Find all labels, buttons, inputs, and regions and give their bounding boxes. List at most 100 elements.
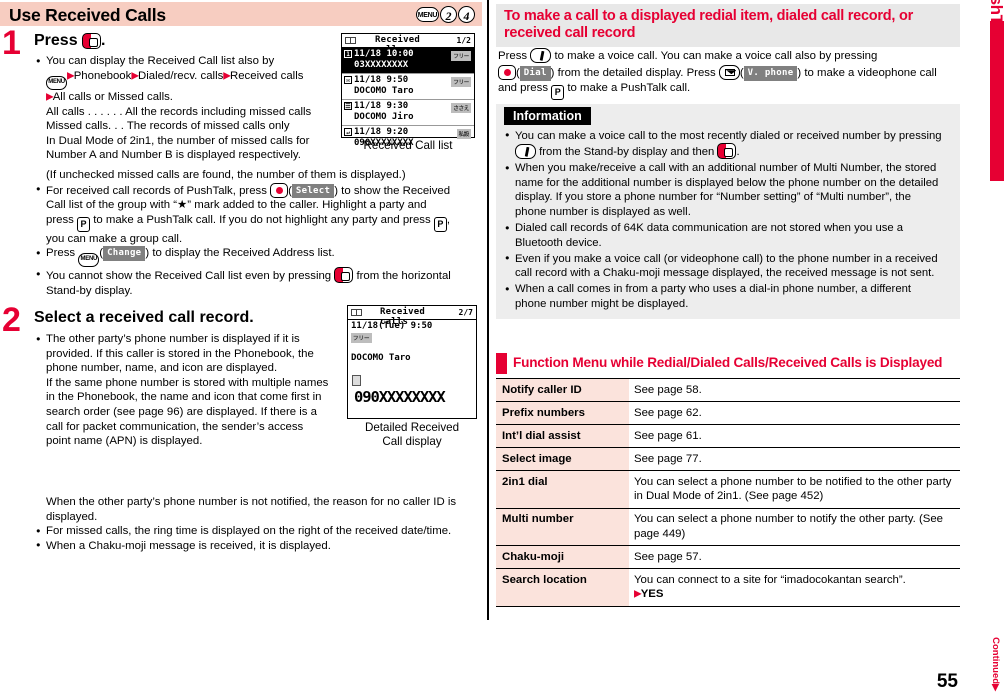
menu-key-icon: MENU	[78, 253, 100, 268]
function-name: Int’l dial assist	[496, 424, 629, 448]
table-row: Notify caller ID See page 58.	[496, 378, 960, 402]
step-2-bullets-b: When the other party’s phone number is n…	[36, 495, 481, 553]
center-key-icon	[334, 267, 354, 284]
row-icon: ✉	[344, 76, 352, 84]
function-desc: You can select a phone number to be noti…	[629, 470, 960, 509]
row-badge: ささえ	[451, 102, 471, 113]
bullet-text: Dialed/recv. calls	[138, 69, 224, 82]
function-desc: You can connect to a site for “imadocoka…	[629, 568, 960, 607]
section-header: Use Received Calls MENU 2 4	[0, 2, 482, 26]
bullet-text: When you make/receive a call with an add…	[515, 162, 937, 175]
function-desc: See page 77.	[629, 447, 960, 471]
function-desc: See page 61.	[629, 424, 960, 448]
plain-text: call for packet communication, the sende…	[46, 420, 304, 433]
function-desc: See page 57.	[629, 545, 960, 569]
function-desc: You can select a phone number to notify …	[629, 508, 960, 546]
bullet-text: Bluetooth device.	[515, 236, 602, 249]
call-key-icon	[530, 48, 552, 63]
bullet-text: display. If you store a phone number for…	[515, 191, 911, 204]
function-desc-text: You can connect to a site for “imadocoka…	[634, 573, 906, 586]
bullet-text: For missed calls, the ring time is displ…	[46, 525, 452, 538]
list-item: When a Chaku-moji message is received, i…	[36, 538, 481, 554]
list-item: When the other party’s phone number is n…	[36, 495, 481, 524]
bullet-text: For received call records of PushTalk, p…	[46, 184, 271, 197]
section-marker-icon	[496, 353, 507, 374]
bullet-text: from the Stand-by display and then	[536, 146, 718, 159]
phone-page-indicator: 1/2	[456, 35, 471, 45]
envelope-icon	[345, 37, 356, 44]
information-box: Information You can make a voice call to…	[496, 104, 960, 319]
pushtalk-key-icon: P	[77, 216, 91, 232]
right-section-heading: To make a call to a displayed redial ite…	[496, 4, 960, 47]
step-2-number: 2	[2, 301, 21, 339]
column-divider	[487, 0, 489, 620]
row-number: 03XXXXXXXX	[354, 60, 409, 70]
detailed-call-screenshot: Received calls 2/7 11/18(Tue) 9:50 フリー D…	[347, 305, 477, 419]
table-row: Prefix numbers See page 62.	[496, 401, 960, 425]
bullet-text: Press	[46, 247, 79, 260]
function-menu-title: Function Menu while Redial/Dialed Calls/…	[513, 355, 943, 370]
row-datetime: 11/18 9:20	[354, 127, 409, 137]
plain-text: Number A and Number B is displayed respe…	[46, 149, 301, 162]
function-name: Chaku-moji	[496, 545, 629, 569]
bullet-text: press	[46, 213, 78, 226]
table-row: 2in1 dial You can select a phone number …	[496, 470, 960, 509]
bullet-text: You can make a voice call to the most re…	[515, 129, 942, 142]
right-intro-paragraph: Press to make a voice call. You can make…	[498, 48, 958, 100]
step-1-bullets-a: You can display the Received Call list a…	[36, 54, 336, 163]
step-1-number: 1	[2, 24, 21, 62]
table-row: Chaku-moji See page 57.	[496, 545, 960, 569]
row-datetime: 11/18 10:00	[354, 49, 414, 59]
function-menu-table: Notify caller ID See page 58. Prefix num…	[496, 378, 960, 607]
bullet-text: you can make a group call.	[46, 232, 183, 245]
plain-text: (If unchecked missed calls are found, th…	[46, 169, 406, 181]
function-name: 2in1 dial	[496, 470, 629, 509]
phone-status-bar: Received calls 2/7	[348, 306, 476, 327]
function-desc-option: YES	[640, 588, 664, 600]
softkey-vphone-label: V. phone	[743, 65, 798, 81]
continued-arrow-icon: ▶	[991, 684, 1001, 691]
list-item: For missed calls, the ring time is displ…	[36, 524, 481, 539]
chapter-spine-label: Voice/Videophone Calls/PushTalk	[986, 0, 1004, 118]
bullet-text: Stand-by display.	[46, 284, 133, 297]
plain-text: In Dual Mode of 2in1, the number of miss…	[46, 134, 310, 147]
list-item: If the same phone number is stored with …	[36, 376, 336, 449]
ok-key-icon	[498, 64, 516, 80]
step-2-bullets-a: The other party’s phone number is displa…	[36, 332, 336, 449]
table-row: Select image See page 77.	[496, 447, 960, 471]
detail-name: DOCOMO Taro	[351, 353, 411, 363]
bullet-text: phone number is displayed as well.	[515, 205, 691, 218]
plain-text: If the same phone number is stored with …	[46, 376, 329, 389]
intro-text: ) to make a videophone call	[797, 66, 937, 79]
bullet-text: You cannot show the Received Call list e…	[46, 270, 335, 283]
list-item: ✉ 11/18 9:50 DOCOMO Taro フリー	[342, 74, 474, 100]
bullet-text: from the horizontal	[353, 270, 451, 283]
plain-text: in the Phonebook, the name and icon that…	[46, 391, 322, 404]
step-1-title-text: Press	[34, 32, 78, 49]
plain-text: displayed.	[46, 510, 98, 523]
bullet-text: The other party’s phone number is displa…	[46, 333, 300, 345]
bullet-text: call record with a Chaku-moji message di…	[515, 267, 935, 280]
row-datetime: 11/18 9:50	[354, 75, 409, 85]
plain-text: search order (see page 96) are displayed…	[46, 405, 317, 418]
detail-number: 090XXXXXXXX	[354, 388, 446, 406]
softkey-dial-label: Dial	[519, 65, 551, 81]
bullet-text: Phonebook	[73, 69, 132, 82]
information-label: Information	[504, 107, 591, 125]
received-call-list-screenshot: Received calls 1/2 1 11/18 10:00 03XXXXX…	[341, 33, 475, 148]
detail-badge: フリー	[351, 333, 372, 343]
detailed-call-caption: Detailed Received Call display	[340, 421, 484, 449]
plain-text: All calls . . . . . . All the records in…	[46, 105, 312, 118]
bullet-text: provided. If this caller is stored in th…	[46, 347, 314, 360]
step-1-bullets-b: (If unchecked missed calls are found, th…	[36, 168, 476, 299]
function-desc: See page 62.	[629, 401, 960, 425]
function-name: Search location	[496, 568, 629, 607]
list-item: You can display the Received Call list a…	[36, 54, 336, 105]
function-name: Select image	[496, 447, 629, 471]
function-name: Notify caller ID	[496, 378, 629, 402]
bullet-text: Received calls	[230, 69, 304, 82]
bullet-text: ) to show the Received	[334, 184, 451, 197]
step-2-title: Select a received call record.	[34, 309, 254, 326]
information-list: You can make a voice call to the most re…	[496, 126, 960, 319]
right-column: To make a call to a displayed redial ite…	[496, 0, 960, 697]
